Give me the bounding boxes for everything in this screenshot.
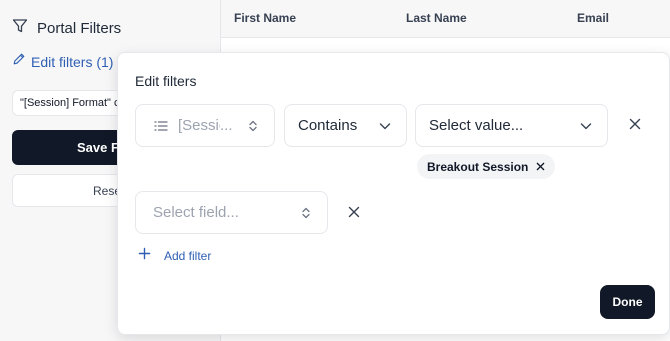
column-header-first-name[interactable]: First Name: [234, 11, 296, 25]
plus-icon: [138, 247, 151, 265]
add-filter-button[interactable]: Add filter: [138, 247, 211, 265]
remove-filter-row-2-icon[interactable]: [347, 205, 361, 219]
page: Portal Filters Edit filters (1) "[Sessio…: [0, 0, 670, 341]
new-filter-field-select[interactable]: Select field...: [135, 191, 328, 234]
chevron-down-icon: [579, 119, 593, 133]
edit-filters-label: Edit filters (1): [31, 53, 114, 70]
add-filter-label: Add filter: [164, 249, 212, 263]
new-filter-field-placeholder: Select field...: [153, 204, 239, 221]
chevron-up-down-icon: [246, 119, 260, 133]
done-button[interactable]: Done: [600, 285, 655, 319]
filter-field-select[interactable]: [Session] Format ...: [135, 104, 275, 147]
remove-filter-row-1-icon[interactable]: [628, 117, 642, 131]
field-truncation: ...: [220, 117, 233, 134]
edit-filters-link[interactable]: Edit filters (1): [12, 52, 113, 71]
filter-operator-value: Contains: [298, 117, 358, 134]
filter-field-value: [Session] Format: [178, 117, 220, 134]
filter-value-select[interactable]: Select value...: [415, 104, 608, 147]
edit-filters-popover: Edit filters [Session] Format ... Contai…: [117, 52, 670, 335]
chip-label: Breakout Session: [427, 159, 529, 174]
filter-funnel-icon: [12, 18, 28, 39]
filter-operator-select[interactable]: Contains: [284, 104, 407, 147]
list-icon: [154, 119, 168, 133]
chip-close-icon[interactable]: [536, 158, 545, 176]
filter-value-placeholder: Select value...: [429, 117, 524, 134]
popover-title: Edit filters: [135, 73, 197, 89]
selected-value-chip: Breakout Session: [417, 154, 556, 179]
column-header-email[interactable]: Email: [577, 11, 609, 25]
chevron-down-icon: [378, 119, 392, 133]
column-header-last-name[interactable]: Last Name: [406, 11, 467, 25]
sidebar-header: Portal Filters: [12, 18, 121, 39]
pencil-icon: [12, 52, 26, 71]
table-header: First Name Last Name Email: [221, 0, 670, 38]
chevron-up-down-icon: [299, 206, 313, 220]
sidebar-title: Portal Filters: [37, 20, 122, 37]
